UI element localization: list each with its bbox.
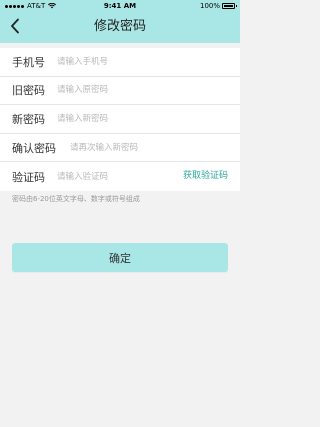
password-rule-hint: 密码由6-20位英文字母、数字或符号组成 bbox=[12, 195, 140, 203]
verification-code-label: 验证码 bbox=[12, 170, 45, 184]
form-row-confirm-password: 确认密码 bbox=[0, 134, 240, 163]
phone-input[interactable] bbox=[57, 53, 240, 70]
form-row-verification-code: 验证码 获取验证码 bbox=[0, 162, 240, 191]
password-form: 手机号 旧密码 新密码 确认密码 验证码 获取验证码 bbox=[0, 48, 240, 191]
battery-icon bbox=[222, 3, 237, 9]
old-password-label: 旧密码 bbox=[12, 84, 45, 98]
status-bar: AT&T 9:41 AM 100% bbox=[0, 0, 240, 12]
phone-label: 手机号 bbox=[12, 55, 45, 69]
form-row-new-password: 新密码 bbox=[0, 105, 240, 134]
form-row-phone: 手机号 bbox=[0, 48, 240, 77]
status-right: 100% bbox=[199, 0, 237, 12]
form-row-old-password: 旧密码 bbox=[0, 77, 240, 106]
verification-code-input[interactable] bbox=[57, 168, 157, 185]
battery-percentage: 100% bbox=[199, 2, 220, 10]
page-title: 修改密码 bbox=[93, 19, 146, 34]
get-verification-code-button[interactable]: 获取验证码 bbox=[183, 162, 228, 190]
new-password-input[interactable] bbox=[57, 110, 240, 127]
confirm-password-input[interactable] bbox=[70, 139, 240, 156]
header-bar: AT&T 9:41 AM 100% 修改密码 bbox=[0, 0, 240, 43]
new-password-label: 新密码 bbox=[12, 112, 45, 126]
confirm-password-label: 确认密码 bbox=[12, 141, 56, 155]
confirm-button[interactable]: 确定 bbox=[12, 243, 228, 272]
old-password-input[interactable] bbox=[57, 82, 240, 99]
